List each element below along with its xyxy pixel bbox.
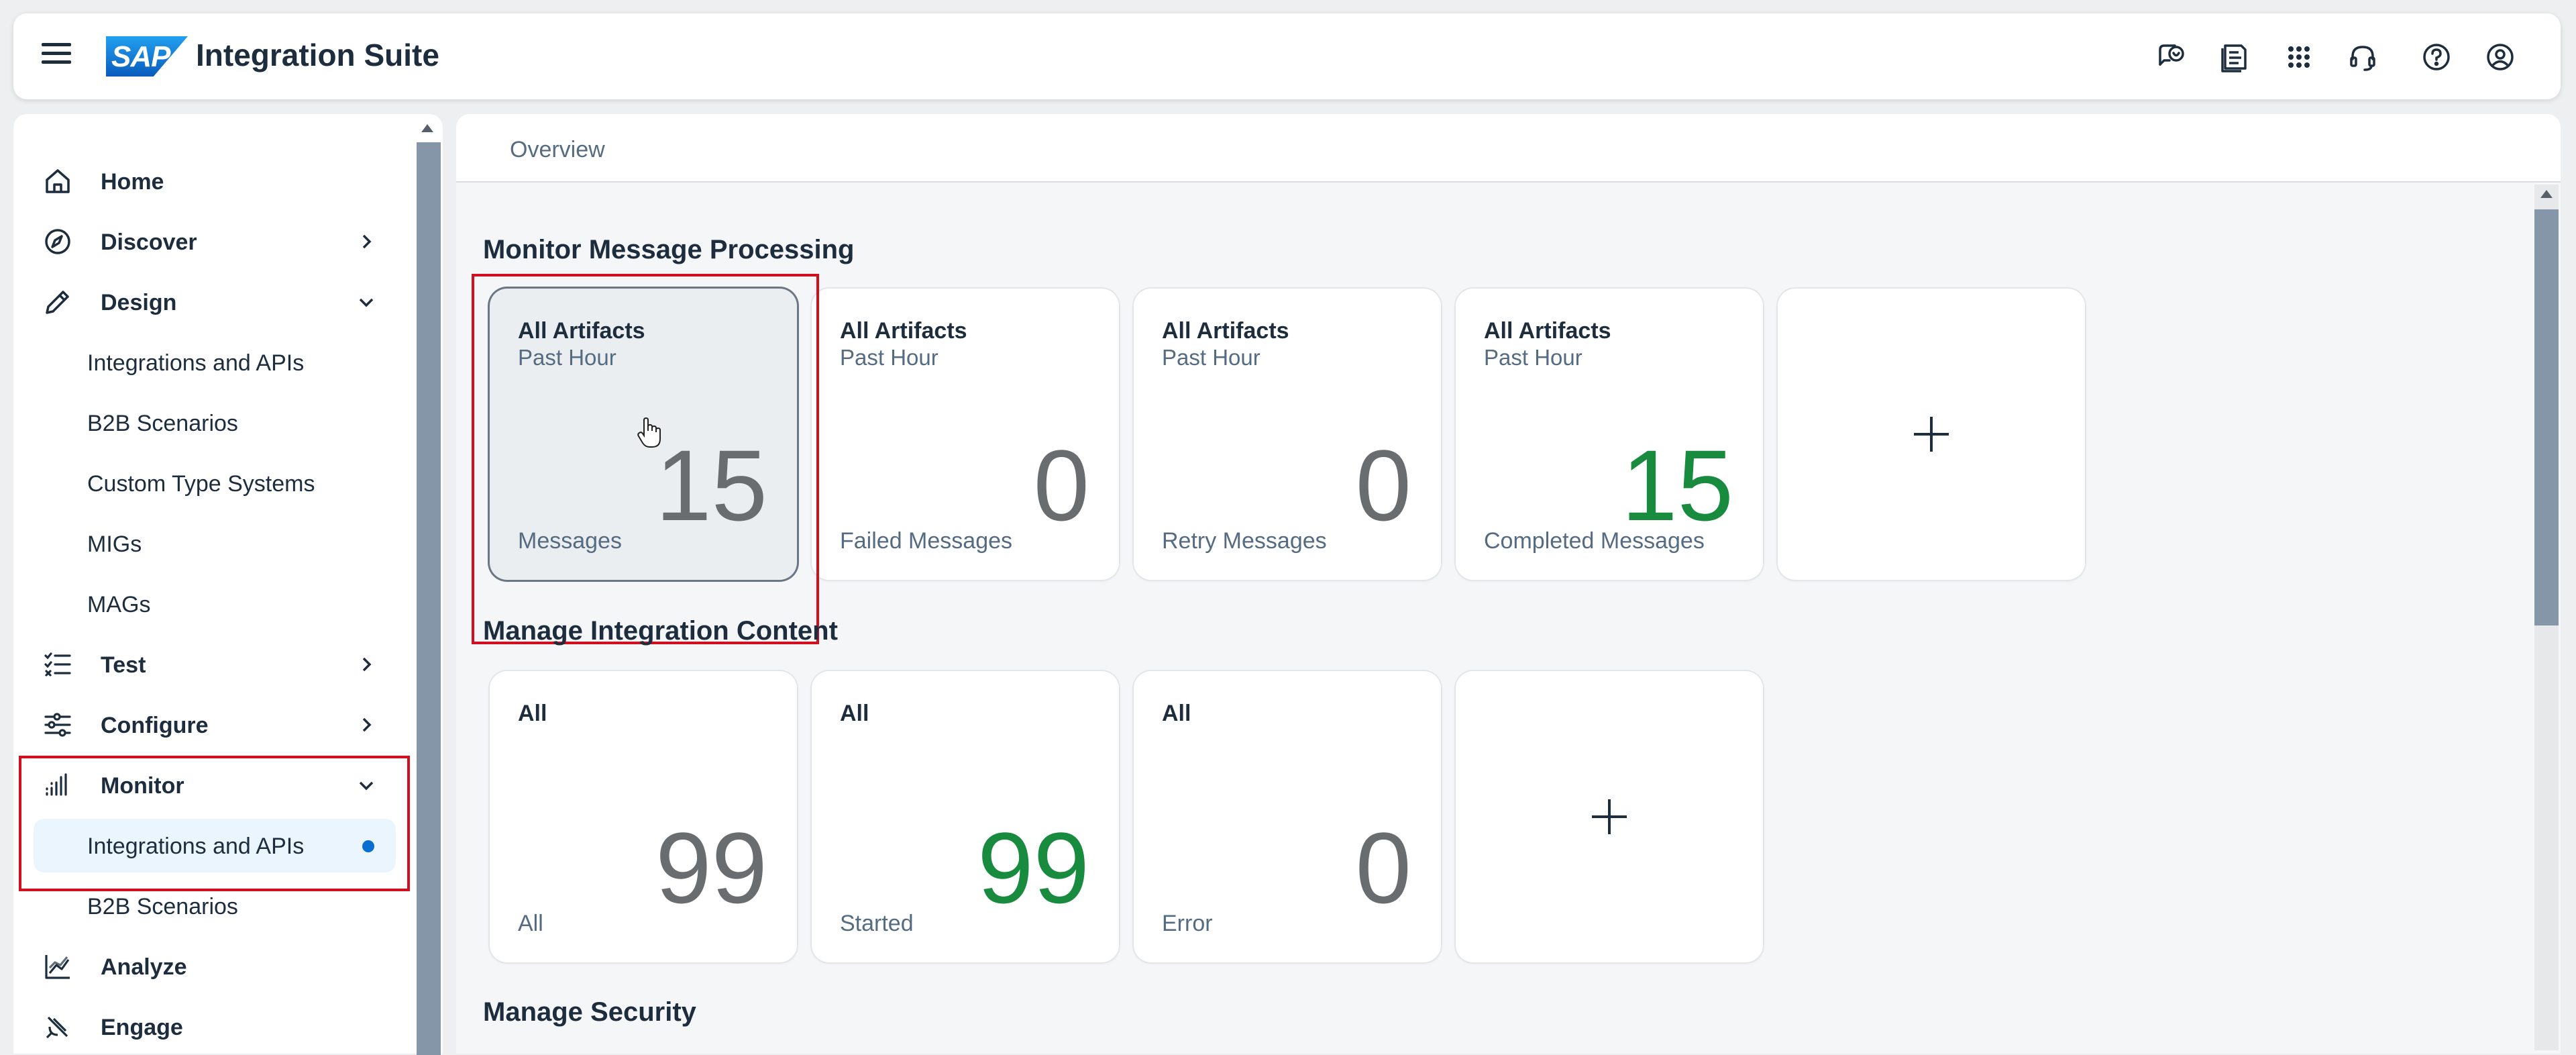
notes-icon[interactable]	[2218, 40, 2252, 74]
home-icon	[43, 166, 72, 196]
help-icon[interactable]	[2420, 40, 2453, 74]
tile-error-artifacts[interactable]: All 0 Error	[1134, 671, 1441, 962]
tab-overview[interactable]: Overview	[510, 137, 605, 163]
tile-failed-messages[interactable]: All Artifacts Past Hour 0 Failed Message…	[812, 289, 1119, 580]
nav-subitem-migs[interactable]: MIGs	[27, 517, 402, 570]
nav-item-engage[interactable]: Engage	[27, 1000, 402, 1054]
sidebar-scroll-up-arrow[interactable]	[421, 124, 433, 132]
satellite-icon	[43, 1012, 72, 1042]
tile-value: 0	[1355, 429, 1411, 542]
chevron-down-icon	[356, 291, 377, 313]
tile-started-artifacts[interactable]: All 99 Started	[812, 671, 1119, 962]
sliders-icon	[43, 710, 72, 740]
compass-icon	[43, 227, 72, 256]
main-scroll-up-arrow[interactable]	[2540, 190, 2553, 198]
nav-item-analyze[interactable]: Analyze	[27, 940, 402, 993]
nav-item-discover[interactable]: Discover	[27, 215, 402, 268]
pencil-icon	[43, 287, 72, 317]
user-profile-icon[interactable]	[2483, 40, 2517, 74]
main-scrollbar-thumb[interactable]	[2534, 209, 2559, 625]
nav-label: Engage	[101, 1015, 183, 1040]
headset-support-icon[interactable]	[2346, 40, 2379, 74]
nav-label: Test	[101, 652, 146, 678]
section-title-manage-security: Manage Security	[483, 997, 696, 1027]
nav-item-test[interactable]: Test	[27, 638, 402, 691]
tile-retry-messages[interactable]: All Artifacts Past Hour 0 Retry Messages	[1134, 289, 1441, 580]
nav-label: Discover	[101, 230, 197, 255]
feedback-icon[interactable]	[2155, 40, 2188, 74]
tile-all-artifacts[interactable]: All 99 All	[490, 671, 797, 962]
add-monitor-tile[interactable]	[1778, 289, 2085, 580]
tile-completed-messages[interactable]: All Artifacts Past Hour 15 Completed Mes…	[1456, 289, 1763, 580]
checklist-icon	[43, 650, 72, 679]
nav-item-design[interactable]: Design	[27, 275, 402, 329]
plus-icon	[1588, 795, 1631, 838]
nav-label: Design	[101, 290, 177, 315]
nav-subitem-design-b2b[interactable]: B2B Scenarios	[27, 396, 402, 450]
monitor-highlight-box	[19, 756, 410, 891]
nav-label: Analyze	[101, 954, 187, 980]
nav-subitem-mags[interactable]: MAGs	[27, 577, 402, 631]
tile-highlight-box	[472, 274, 819, 644]
line-chart-icon	[43, 952, 72, 981]
nav-subitem-design-integrations[interactable]: Integrations and APIs	[27, 336, 402, 389]
section-title-monitor: Monitor Message Processing	[483, 235, 855, 264]
tile-value: 99	[977, 811, 1089, 924]
nav-label: Home	[101, 169, 164, 195]
plus-icon	[1910, 413, 1953, 456]
grid-apps-icon[interactable]	[2282, 40, 2316, 74]
tile-value: 0	[1033, 429, 1089, 542]
nav-item-configure[interactable]: Configure	[27, 698, 402, 752]
section-title-manage-content: Manage Integration Content	[483, 616, 838, 646]
sap-logo[interactable]: SAP	[106, 36, 188, 77]
nav-item-home[interactable]: Home	[27, 154, 402, 208]
nav-label: Configure	[101, 713, 209, 738]
shell-header: SAP Integration Suite	[13, 13, 2561, 99]
chevron-right-icon	[356, 231, 377, 252]
tab-bar	[456, 114, 2561, 183]
app-title: Integration Suite	[196, 38, 439, 72]
nav-subitem-custom-type-systems[interactable]: Custom Type Systems	[27, 456, 402, 510]
menu-icon[interactable]	[42, 43, 71, 64]
chevron-right-icon	[356, 654, 377, 675]
tile-value: 0	[1355, 811, 1411, 924]
hand-cursor-icon	[637, 417, 661, 448]
chevron-right-icon	[356, 714, 377, 736]
tile-value: 99	[655, 811, 767, 924]
sidebar-scrollbar[interactable]	[417, 142, 441, 1055]
add-content-tile[interactable]	[1456, 671, 1763, 962]
tile-value: 15	[1621, 429, 1733, 542]
